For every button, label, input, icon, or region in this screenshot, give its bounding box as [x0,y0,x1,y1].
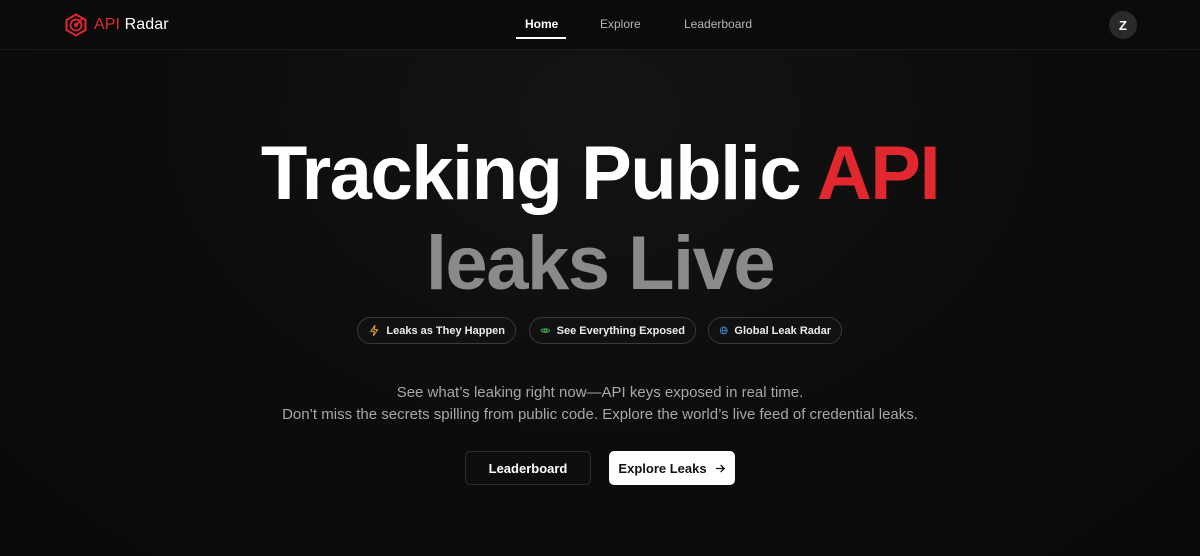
pill-label: Global Leak Radar [734,324,831,337]
pill-label: Leaks as They Happen [386,324,505,337]
hero-headline-accent: API [816,131,941,216]
hero-subtext-line2: Don’t miss the secrets spilling from pub… [282,406,918,423]
hero-headline-line1: Tracking Public API [0,134,1200,214]
pill-leaks-as-they-happen: Leaks as They Happen [357,317,516,344]
hero-subtext-line1: See what’s leaking right now—API keys ex… [396,384,804,401]
page: API Radar Home Explore Leaderboard Z Tra… [0,0,1200,556]
leaderboard-button[interactable]: Leaderboard [465,451,591,485]
nav-item-leaderboard[interactable]: Leaderboard [684,17,752,31]
feature-pills: Leaks as They Happen See Everything Expo… [0,317,1200,345]
explore-leaks-button-label: Explore Leaks [618,460,707,476]
arrow-right-icon [715,464,725,472]
nav-links: Home Explore Leaderboard [0,0,1200,50]
leaderboard-button-label: Leaderboard [488,460,568,476]
top-navbar: API Radar Home Explore Leaderboard Z [0,0,1200,50]
pill-label: See Everything Exposed [556,324,685,337]
hero-headline-main: Tracking Public [260,131,817,216]
pill-global-leak-radar: Global Leak Radar [708,317,842,344]
explore-leaks-button[interactable]: Explore Leaks [609,451,735,485]
globe-icon [719,326,728,335]
hero-headline-line2: leaks Live [425,221,776,306]
nav-active-indicator [516,37,566,39]
eye-icon [540,328,551,333]
nav-item-home[interactable]: Home [525,17,558,31]
pill-see-everything-exposed: See Everything Exposed [529,317,696,344]
lightning-icon [370,324,379,337]
nav-item-explore[interactable]: Explore [600,17,641,31]
avatar[interactable]: Z [1109,11,1137,39]
